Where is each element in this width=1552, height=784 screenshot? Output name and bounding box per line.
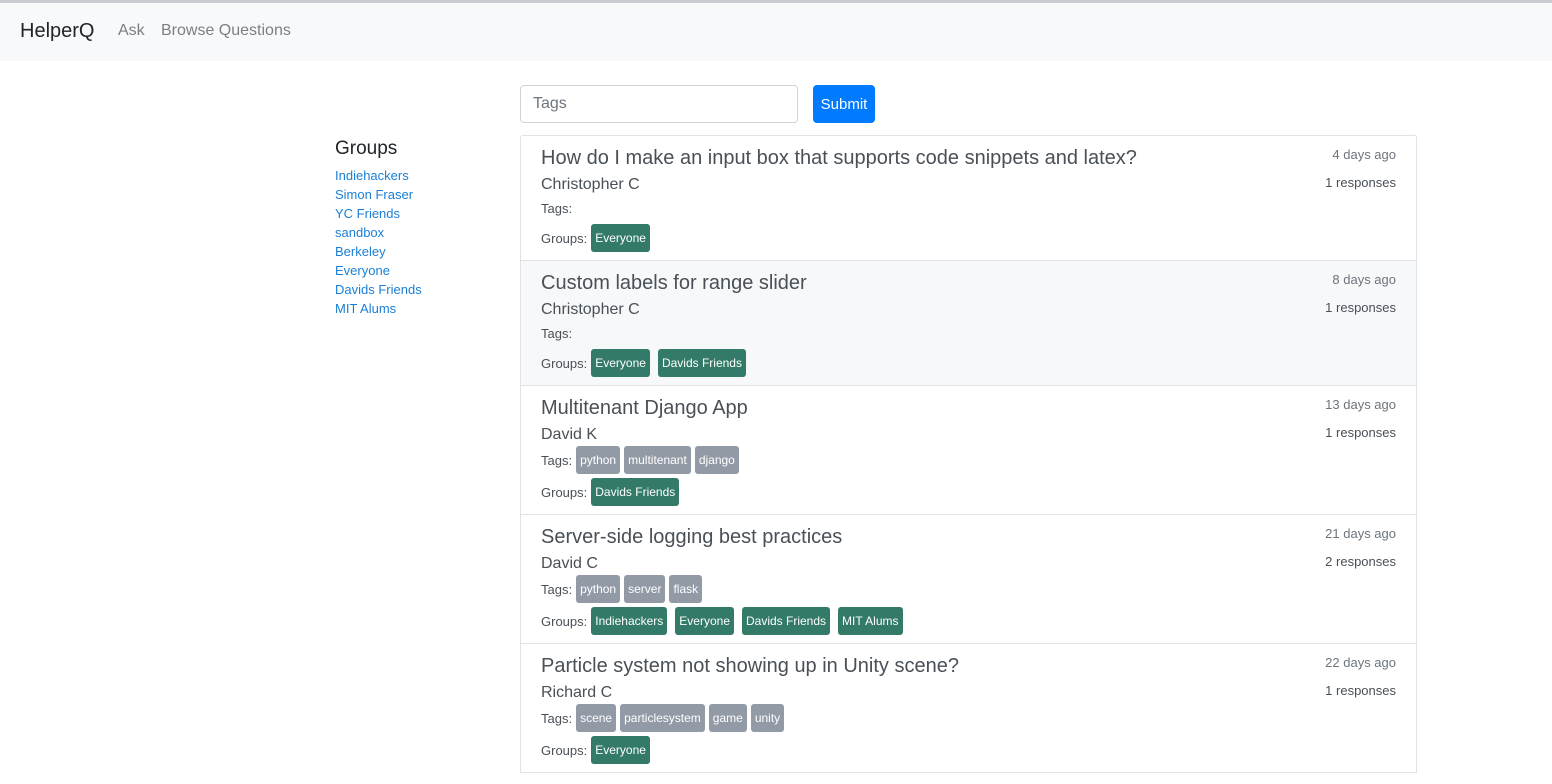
question-time: 21 days ago: [1325, 526, 1396, 541]
tag-badge[interactable]: multitenant: [624, 446, 691, 474]
question-responses: 1 responses: [1325, 425, 1396, 440]
question-author: David C: [541, 555, 598, 572]
tags-search-input[interactable]: [520, 85, 798, 123]
group-badge[interactable]: Everyone: [591, 736, 650, 764]
tag-badge[interactable]: django: [694, 446, 739, 474]
tag-badge[interactable]: server: [624, 575, 666, 603]
group-badge[interactable]: Everyone: [591, 224, 650, 252]
question-title[interactable]: Server-side logging best practices: [541, 525, 842, 549]
groups-heading: Groups: [335, 138, 398, 159]
nav-ask-link[interactable]: Ask: [118, 22, 145, 40]
question-time: 4 days ago: [1332, 147, 1396, 162]
tags-label: Tags:: [541, 325, 573, 341]
groups-list: Indiehackers Simon Fraser YC Friends san…: [335, 166, 422, 318]
group-badge[interactable]: Indiehackers: [591, 607, 668, 635]
question-responses: 2 responses: [1325, 554, 1396, 569]
groups-row: Groups: Everyone Davids Friends: [541, 349, 754, 377]
group-badge[interactable]: Everyone: [591, 349, 650, 377]
group-link-simon-fraser[interactable]: Simon Fraser: [335, 187, 413, 202]
tags-row: Tags: scene particlesystem game unity: [541, 704, 788, 732]
group-badge[interactable]: Everyone: [675, 607, 734, 635]
group-badge[interactable]: MIT Alums: [838, 607, 903, 635]
group-badge[interactable]: Davids Friends: [657, 349, 746, 377]
question-title[interactable]: Multitenant Django App: [541, 396, 748, 420]
question-author: Christopher C: [541, 176, 640, 193]
tags-row: Tags:: [541, 319, 576, 347]
group-list-item: Indiehackers: [335, 166, 422, 185]
question-author: Christopher C: [541, 301, 640, 318]
question-item[interactable]: Server-side logging best practices David…: [521, 515, 1416, 644]
question-author: David K: [541, 426, 598, 443]
question-title[interactable]: Particle system not showing up in Unity …: [541, 654, 959, 678]
groups-row: Groups: Davids Friends: [541, 478, 687, 506]
nav-browse-questions-link[interactable]: Browse Questions: [161, 22, 291, 40]
question-item[interactable]: Multitenant Django App David K 13 days a…: [521, 386, 1416, 515]
group-list-item: Davids Friends: [335, 280, 422, 299]
tag-badge[interactable]: python: [576, 446, 621, 474]
group-list-item: YC Friends: [335, 204, 422, 223]
tag-badge[interactable]: game: [708, 704, 747, 732]
navbar: HelperQ Ask Browse Questions: [0, 3, 1552, 61]
question-responses: 1 responses: [1325, 300, 1396, 315]
groups-row: Groups: Indiehackers Everyone Davids Fri…: [541, 607, 911, 635]
group-link-yc-friends[interactable]: YC Friends: [335, 206, 400, 221]
groups-row: Groups: Everyone: [541, 224, 658, 252]
tags-label: Tags:: [541, 581, 573, 597]
groups-sidebar: Groups Indiehackers Simon Fraser YC Frie…: [335, 138, 422, 318]
group-list-item: MIT Alums: [335, 299, 422, 318]
group-badge[interactable]: Davids Friends: [742, 607, 831, 635]
group-list-item: Simon Fraser: [335, 185, 422, 204]
groups-label: Groups:: [541, 230, 588, 246]
question-time: 13 days ago: [1325, 397, 1396, 412]
tag-badge[interactable]: unity: [750, 704, 785, 732]
tags-row: Tags: python multitenant django: [541, 446, 743, 474]
tags-row: Tags: python server flask: [541, 575, 706, 603]
tag-badge[interactable]: flask: [669, 575, 703, 603]
groups-label: Groups:: [541, 613, 588, 629]
question-item[interactable]: Particle system not showing up in Unity …: [521, 644, 1416, 773]
group-link-mit-alums[interactable]: MIT Alums: [335, 301, 396, 316]
group-badge[interactable]: Davids Friends: [591, 478, 680, 506]
group-link-sandbox[interactable]: sandbox: [335, 225, 384, 240]
group-link-indiehackers[interactable]: Indiehackers: [335, 168, 409, 183]
group-link-everyone[interactable]: Everyone: [335, 263, 390, 278]
tags-label: Tags:: [541, 710, 573, 726]
groups-label: Groups:: [541, 742, 588, 758]
submit-button[interactable]: Submit: [813, 85, 875, 123]
groups-label: Groups:: [541, 355, 588, 371]
question-responses: 1 responses: [1325, 683, 1396, 698]
question-title[interactable]: How do I make an input box that supports…: [541, 146, 1137, 170]
group-list-item: Everyone: [335, 261, 422, 280]
groups-label: Groups:: [541, 484, 588, 500]
question-item[interactable]: How do I make an input box that supports…: [521, 136, 1416, 261]
question-item[interactable]: Custom labels for range slider Christoph…: [521, 261, 1416, 386]
question-time: 22 days ago: [1325, 655, 1396, 670]
question-time: 8 days ago: [1332, 272, 1396, 287]
tags-label: Tags:: [541, 200, 573, 216]
group-list-item: Berkeley: [335, 242, 422, 261]
tag-badge[interactable]: python: [576, 575, 621, 603]
tag-badge[interactable]: scene: [576, 704, 617, 732]
brand-link[interactable]: HelperQ: [20, 20, 94, 43]
question-list: How do I make an input box that supports…: [520, 135, 1417, 773]
tags-label: Tags:: [541, 452, 573, 468]
tag-badge[interactable]: particlesystem: [620, 704, 705, 732]
groups-row: Groups: Everyone: [541, 736, 658, 764]
question-responses: 1 responses: [1325, 175, 1396, 190]
group-link-davids-friends[interactable]: Davids Friends: [335, 282, 422, 297]
question-author: Richard C: [541, 684, 613, 701]
group-link-berkeley[interactable]: Berkeley: [335, 244, 386, 259]
tags-row: Tags:: [541, 194, 576, 222]
question-title[interactable]: Custom labels for range slider: [541, 271, 807, 295]
group-list-item: sandbox: [335, 223, 422, 242]
